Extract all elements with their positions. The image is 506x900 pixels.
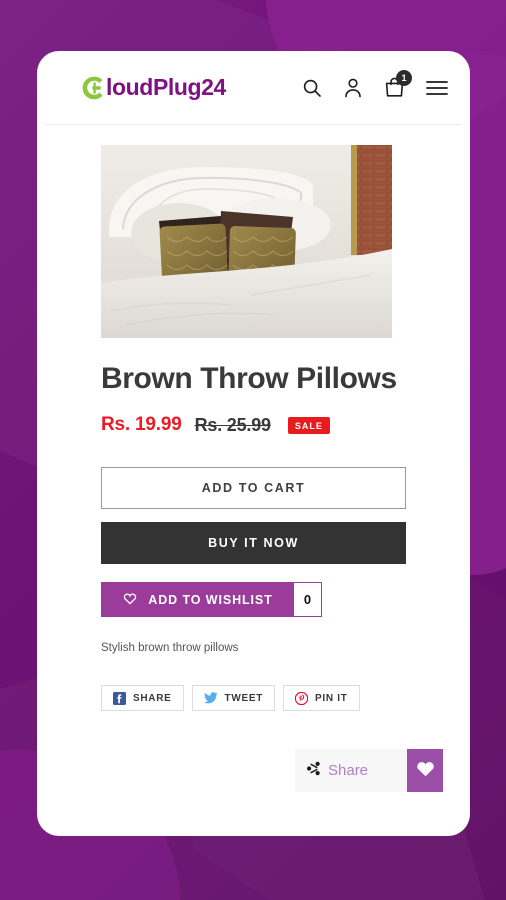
social-share-row: SHARE TWEET PIN IT: [101, 685, 406, 712]
product-main: Brown Throw Pillows Rs. 19.99 Rs. 25.99 …: [37, 125, 470, 712]
add-to-wishlist-label: ADD TO WISHLIST: [148, 592, 273, 607]
pinterest-icon: [295, 691, 309, 705]
sale-badge: SALE: [287, 416, 330, 434]
header-actions: 1: [302, 70, 448, 98]
price-row: Rs. 19.99 Rs. 25.99 SALE: [101, 414, 406, 436]
product-sale-price: Rs. 19.99: [101, 414, 182, 436]
add-to-cart-button[interactable]: ADD TO CART: [101, 467, 406, 510]
share-nodes-icon: [306, 761, 321, 781]
site-header: loudPlug24 1: [37, 51, 470, 124]
buy-it-now-button[interactable]: BUY IT NOW: [101, 522, 406, 565]
site-logo-text: loudPlug24: [106, 74, 226, 100]
pinterest-pin-button[interactable]: PIN IT: [283, 685, 360, 712]
product-compare-price: Rs. 25.99: [194, 414, 271, 435]
share-widget-heart-button[interactable]: [407, 749, 443, 792]
product-description: Stylish brown throw pillows: [101, 642, 239, 655]
wishlist-count: 0: [294, 583, 321, 617]
site-logo[interactable]: loudPlug24: [81, 74, 302, 101]
share-widget-panel[interactable]: Share: [295, 749, 407, 792]
account-icon[interactable]: [343, 77, 363, 98]
cloud-plug-c-icon: [81, 75, 107, 101]
product-image[interactable]: [101, 145, 392, 338]
facebook-icon: [113, 691, 126, 705]
share-widget-label: Share: [328, 762, 369, 779]
heart-outline-icon: [123, 592, 137, 608]
heart-filled-icon: [416, 760, 435, 782]
add-to-wishlist-button[interactable]: ADD TO WISHLIST: [102, 583, 294, 617]
twitter-icon: [203, 692, 218, 704]
facebook-share-button[interactable]: SHARE: [101, 685, 184, 712]
twitter-tweet-label: TWEET: [224, 692, 264, 704]
cart-icon[interactable]: 1: [384, 70, 412, 98]
wishlist-row: ADD TO WISHLIST 0: [101, 582, 322, 618]
share-widget: Share: [295, 749, 443, 792]
facebook-share-label: SHARE: [133, 692, 172, 704]
pinterest-pin-label: PIN IT: [315, 692, 348, 704]
cart-count-badge: 1: [396, 70, 412, 86]
menu-icon[interactable]: [426, 80, 448, 96]
search-icon[interactable]: [302, 78, 322, 98]
product-page-card: loudPlug24 1 Brown Throw Pillows Rs. 19.…: [37, 51, 470, 836]
twitter-tweet-button[interactable]: TWEET: [191, 685, 276, 712]
product-title: Brown Throw Pillows: [101, 362, 397, 395]
